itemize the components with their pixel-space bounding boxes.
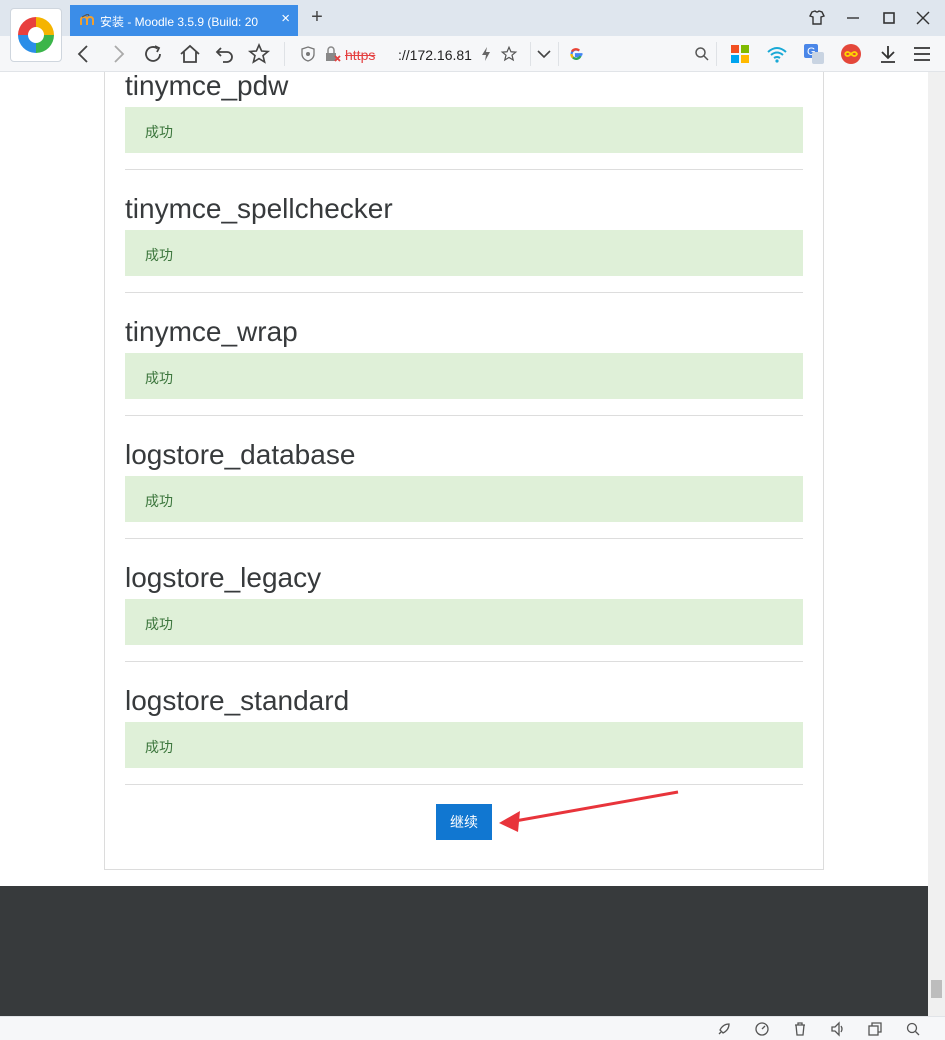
maximize-icon[interactable]	[878, 7, 900, 29]
success-notification: 成功	[125, 353, 803, 399]
bookmark-star-icon[interactable]	[500, 45, 518, 63]
success-notification: 成功	[125, 476, 803, 522]
divider	[125, 292, 803, 293]
google-icon	[570, 48, 583, 60]
wifi-icon[interactable]	[765, 42, 789, 66]
divider	[125, 538, 803, 539]
divider	[125, 661, 803, 662]
undo-close-tab-icon[interactable]	[213, 42, 237, 66]
chevron-down-icon[interactable]	[532, 42, 556, 66]
status-bar	[0, 1016, 945, 1040]
favorite-star-icon[interactable]	[247, 42, 271, 66]
plugin-name: tinymce_wrap	[125, 316, 298, 347]
apps-icon[interactable]	[728, 42, 752, 66]
minimize-icon[interactable]	[842, 7, 864, 29]
plugin-name: logstore_database	[125, 439, 356, 470]
shield-icon	[301, 46, 315, 62]
rocket-icon[interactable]	[716, 1021, 732, 1037]
plugin-name: logstore_legacy	[125, 562, 322, 593]
moodle-favicon-icon	[80, 14, 94, 25]
browser-logo-icon	[18, 17, 54, 53]
success-notification: 成功	[125, 722, 803, 768]
trash-icon[interactable]	[792, 1021, 808, 1037]
plugin-name: logstore_standard	[125, 685, 350, 716]
back-icon[interactable]	[72, 42, 96, 66]
tab-active[interactable]: 安装 - Moodle 3.5.9 (Build: 20 ×	[70, 5, 298, 36]
address-bar[interactable]: https ://172.16.81	[294, 40, 528, 68]
address-host: ://172.16.81	[398, 47, 472, 63]
divider	[125, 169, 803, 170]
search-box[interactable]	[558, 40, 716, 68]
browser-toolbar: https ://172.16.81 G	[0, 36, 945, 72]
success-notification: 成功	[125, 107, 803, 153]
divider	[125, 784, 803, 785]
volume-icon[interactable]	[830, 1021, 846, 1037]
divider	[125, 415, 803, 416]
page-footer	[0, 886, 928, 1016]
home-icon[interactable]	[178, 42, 202, 66]
reload-icon[interactable]	[141, 42, 165, 66]
window-restore-icon[interactable]	[867, 1021, 883, 1037]
vertical-scrollbar[interactable]	[928, 72, 945, 1016]
tab-strip: 安装 - Moodle 3.5.9 (Build: 20 × +	[0, 0, 945, 62]
menu-icon[interactable]	[910, 42, 934, 66]
scrollbar-thumb[interactable]	[931, 980, 942, 998]
skin-icon[interactable]	[806, 7, 828, 29]
tab-title: 安装 - Moodle 3.5.9 (Build: 20	[100, 15, 259, 29]
address-scheme: https	[345, 47, 376, 63]
browser-logo[interactable]	[10, 8, 62, 62]
success-notification: 成功	[125, 230, 803, 276]
search-icon[interactable]	[694, 46, 710, 62]
success-notification: 成功	[125, 599, 803, 645]
zoom-icon[interactable]	[905, 1021, 921, 1037]
window-close-icon[interactable]	[912, 7, 934, 29]
continue-button[interactable]: 继续	[436, 804, 492, 840]
plugin-name: tinymce_pdw	[125, 72, 289, 101]
translate-icon[interactable]: G	[802, 42, 826, 66]
download-icon[interactable]	[876, 42, 900, 66]
page-content: tinymce_pdw 成功 tinymce_spellchecker 成功 t…	[0, 72, 928, 1016]
new-tab-button[interactable]: +	[306, 6, 328, 28]
plugin-name: tinymce_spellchecker	[125, 193, 393, 224]
install-results-card: tinymce_pdw 成功 tinymce_spellchecker 成功 t…	[104, 72, 824, 870]
lightning-icon[interactable]	[480, 46, 492, 62]
extension-infinity-icon[interactable]	[839, 42, 863, 66]
insecure-lock-icon	[326, 46, 341, 62]
forward-icon[interactable]	[106, 42, 130, 66]
tab-close-icon[interactable]: ×	[281, 11, 290, 27]
accelerator-icon[interactable]	[754, 1021, 770, 1037]
